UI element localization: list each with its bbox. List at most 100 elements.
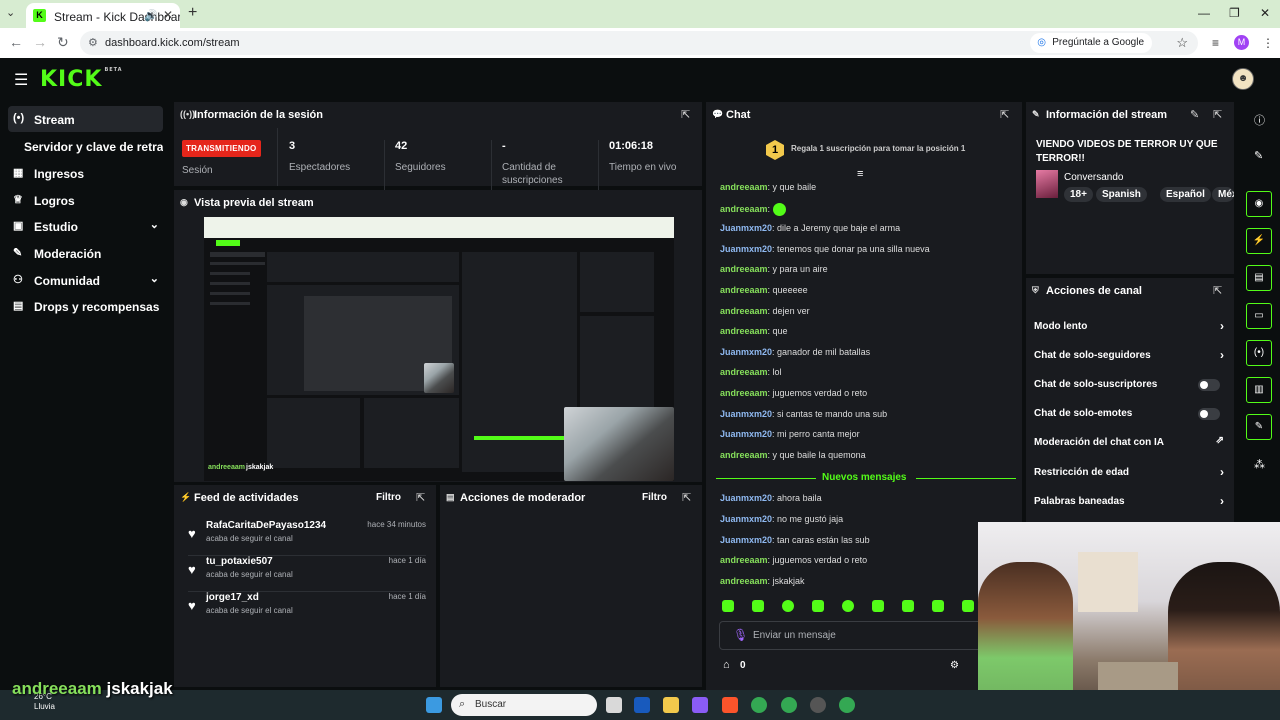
close-window-icon[interactable]: ✕ (1260, 6, 1270, 20)
feed-filter-button[interactable]: Filtro (376, 492, 401, 503)
chrome-active-icon[interactable] (839, 697, 855, 713)
chat-username[interactable]: Juanmxm20 (720, 535, 772, 545)
reading-list-icon[interactable]: ≡ (1212, 36, 1219, 50)
sidebar-item-stream[interactable]: (•) Stream (8, 106, 163, 132)
rail-info-button[interactable]: ▥ (1246, 377, 1272, 403)
emote-icon[interactable] (962, 600, 974, 612)
obs-icon[interactable] (810, 697, 826, 713)
chat-username[interactable]: andreeaam (720, 182, 768, 192)
chat-username[interactable]: Juanmxm20 (720, 244, 772, 254)
emote-icon[interactable] (782, 600, 794, 612)
rail-activity-button[interactable]: ⚡ (1246, 228, 1272, 254)
menu-icon[interactable]: ☰ (14, 70, 28, 90)
user-avatar[interactable]: ☻ (1232, 68, 1254, 90)
category-name[interactable]: Conversando (1064, 172, 1123, 183)
brave-icon[interactable] (722, 697, 738, 713)
action-banned-words[interactable]: Palabras baneadas › (1034, 494, 1224, 508)
url-field[interactable]: ⚙ dashboard.kick.com/stream ◎ Pregúntale… (80, 31, 1198, 55)
emote-icon[interactable] (722, 600, 734, 612)
new-tab-button[interactable]: + (188, 4, 197, 22)
file-explorer-icon[interactable] (663, 697, 679, 713)
copilot-icon[interactable] (692, 697, 708, 713)
tab-search-icon[interactable]: ⌄ (6, 6, 15, 19)
task-view-icon[interactable] (606, 697, 622, 713)
popout-icon[interactable]: ⇱ (681, 108, 690, 121)
chrome-icon[interactable] (751, 697, 767, 713)
stream-preview-video[interactable]: andreeaam jskakjak (204, 217, 674, 481)
subs-only-toggle[interactable] (1198, 379, 1220, 391)
feed-username[interactable]: RafaCaritaDePayaso1234 (206, 520, 326, 531)
profile-avatar[interactable]: M (1234, 35, 1249, 50)
gift-leaderboard-text[interactable]: Regala 1 suscripción para tomar la posic… (791, 144, 965, 153)
windows-start-icon[interactable] (426, 697, 442, 713)
chat-username[interactable]: andreeaam (720, 264, 768, 274)
action-ai-moderation[interactable]: Moderación del chat con IA ⇗ (1034, 435, 1224, 448)
chat-username[interactable]: andreeaam (720, 388, 768, 398)
popout-icon[interactable]: ⇱ (682, 491, 691, 504)
info-icon[interactable]: ⓘ (1254, 112, 1265, 128)
chat-username[interactable]: Juanmxm20 (720, 223, 772, 233)
sidebar-item-ingresos[interactable]: ▦ Ingresos (8, 160, 163, 186)
popout-icon[interactable]: ⇱ (1213, 284, 1222, 297)
browser-tab[interactable]: K Stream - Kick Dashboard 🔊 ✕ (26, 3, 180, 28)
emote-icon[interactable] (872, 600, 884, 612)
chat-username[interactable]: andreeaam (720, 285, 768, 295)
sidebar-item-logros[interactable]: ♕ Logros (8, 187, 163, 213)
action-age-restriction[interactable]: Restricción de edad › (1034, 465, 1224, 479)
pencil-icon[interactable]: ✎ (1254, 149, 1263, 162)
action-followers-only[interactable]: Chat de solo-seguidores › (1034, 348, 1224, 362)
chat-username[interactable]: andreeaam (720, 367, 768, 377)
widgets-icon[interactable]: ⁂ (1254, 458, 1265, 471)
emotes-only-toggle[interactable] (1198, 408, 1220, 420)
emote-icon[interactable] (752, 600, 764, 612)
pinned-collapse-icon[interactable]: ≡ (857, 168, 863, 180)
popout-icon[interactable]: ⇱ (416, 491, 425, 504)
popout-icon[interactable]: ⇱ (1000, 108, 1009, 121)
action-slow-mode[interactable]: Modo lento › (1034, 319, 1224, 333)
chrome-profile-icon[interactable] (781, 697, 797, 713)
chat-username[interactable]: Juanmxm20 (720, 409, 772, 419)
ask-google-button[interactable]: ◎ Pregúntale a Google (1030, 33, 1152, 53)
chat-input[interactable]: 🎙 Enviar un mensaje (719, 621, 1009, 650)
word-icon[interactable] (634, 697, 650, 713)
forward-icon[interactable]: → (33, 34, 47, 50)
store-icon[interactable]: ⌂ (723, 659, 730, 671)
emote-icon[interactable] (902, 600, 914, 612)
chat-username[interactable]: Juanmxm20 (720, 493, 772, 503)
chat-username[interactable]: andreeaam (720, 203, 768, 213)
kick-logo[interactable]: KICK BETA (40, 67, 123, 92)
back-icon[interactable]: ← (9, 34, 23, 50)
sidebar-item-moderacion[interactable]: ✎ Moderación (8, 240, 163, 266)
speaker-icon[interactable]: 🔊 (144, 9, 158, 22)
edit-icon[interactable]: ✎ (1190, 108, 1199, 121)
sidebar-item-estudio[interactable]: ▣ Estudio ⌄ (8, 213, 163, 239)
chat-settings-icon[interactable]: ⚙ (950, 660, 959, 671)
reload-icon[interactable]: ↻ (57, 34, 69, 51)
bookmark-star-icon[interactable]: ☆ (1176, 35, 1188, 51)
restore-icon[interactable]: ❐ (1229, 6, 1240, 20)
sidebar-item-server-key[interactable]: Servidor y clave de retransmisión (8, 133, 163, 159)
rail-actions-button[interactable]: ✎ (1246, 414, 1272, 440)
rail-session-button[interactable]: (•) (1246, 340, 1272, 366)
chat-username[interactable]: Juanmxm20 (720, 514, 772, 524)
feed-username[interactable]: jorge17_xd (206, 592, 259, 603)
sidebar-item-comunidad[interactable]: ⚇ Comunidad ⌄ (8, 267, 163, 293)
site-info-icon[interactable]: ⚙ (88, 36, 98, 49)
emote-icon[interactable] (932, 600, 944, 612)
chat-username[interactable]: andreeaam (720, 576, 768, 586)
rail-chat-button[interactable]: ▭ (1246, 303, 1272, 329)
rail-preview-button[interactable]: ◉ (1246, 191, 1272, 217)
chat-username[interactable]: andreeaam (720, 555, 768, 565)
feed-username[interactable]: tu_potaxie507 (206, 556, 273, 567)
taskbar-search[interactable]: ⌕ Buscar (451, 694, 597, 716)
chat-username[interactable]: andreeaam (720, 306, 768, 316)
chat-username[interactable]: andreeaam (720, 450, 768, 460)
browser-menu-icon[interactable]: ⋮ (1262, 36, 1274, 50)
emote-icon[interactable] (812, 600, 824, 612)
category-thumbnail[interactable] (1036, 170, 1058, 198)
sidebar-item-drops[interactable]: ▤ Drops y recompensas (8, 293, 163, 319)
chat-username[interactable]: andreeaam (720, 326, 768, 336)
chat-username[interactable]: Juanmxm20 (720, 429, 772, 439)
minimize-icon[interactable]: — (1198, 6, 1210, 20)
chat-username[interactable]: Juanmxm20 (720, 347, 772, 357)
